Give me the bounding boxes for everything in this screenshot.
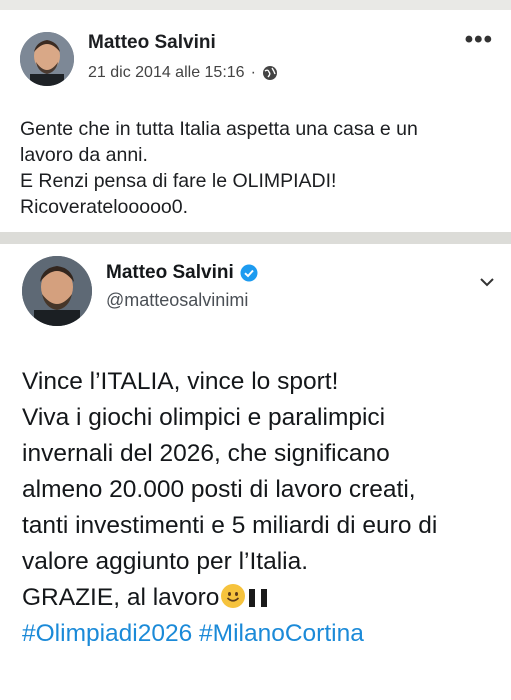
- tweet-line: Viva i giochi olimpici e paralimpici: [22, 404, 386, 431]
- tweet-line-last: GRAZIE, al lavoro: [22, 580, 502, 616]
- post-line: Ricoveratelooooo0.: [20, 196, 189, 218]
- tweet-author-avatar[interactable]: [22, 256, 92, 326]
- post-date[interactable]: 21 dic 2014 alle 15:16: [88, 64, 245, 82]
- smiling-face-icon: [221, 584, 246, 608]
- post-line: E Renzi pensa di fare le OLIMPIADI!: [20, 170, 337, 192]
- globe-icon: [262, 66, 277, 80]
- tweet-text: Vince l’ITALIA, vince lo sport! Viva i g…: [22, 364, 502, 652]
- tweet-line: tanti investimenti e 5 miliardi di euro …: [22, 512, 438, 539]
- author-name[interactable]: Matteo Salvini: [88, 32, 216, 54]
- more-options-icon[interactable]: •••: [465, 28, 493, 52]
- tweet-author-name-text: Matteo Salvini: [106, 262, 234, 283]
- tweet-last-text: GRAZIE, al lavoro: [22, 584, 220, 611]
- tweet-hashtags[interactable]: #Olimpiadi2026 #MilanoCortina: [22, 616, 502, 652]
- verified-badge-icon: [240, 264, 258, 282]
- tweet-handle[interactable]: @matteosalvinimi: [106, 290, 248, 311]
- facebook-post: Matteo Salvini 21 dic 2014 alle 15:16 · …: [0, 10, 511, 232]
- italy-flag-icon: [249, 589, 268, 607]
- tweet-line: almeno 20.000 posti di lavoro creati,: [22, 476, 416, 503]
- author-avatar[interactable]: [20, 32, 74, 86]
- post-line: Gente che in tutta Italia aspetta una ca…: [20, 118, 418, 140]
- meta-separator: ·: [250, 64, 256, 81]
- tweet-line: Vince l’ITALIA, vince lo sport!: [22, 368, 339, 395]
- post-line: lavoro da anni.: [20, 144, 148, 166]
- post-text: Gente che in tutta Italia aspetta una ca…: [20, 116, 500, 220]
- divider: [0, 232, 511, 244]
- chevron-down-icon[interactable]: [479, 276, 495, 288]
- post-meta: 21 dic 2014 alle 15:16 ·: [88, 64, 278, 82]
- tweet-line: invernali del 2026, che significano: [22, 440, 390, 467]
- tweet: Matteo Salvini @matteosalvinimi Vince l’…: [0, 244, 511, 700]
- tweet-author-name[interactable]: Matteo Salvini: [106, 262, 258, 284]
- tweet-line: valore aggiunto per l’Italia.: [22, 548, 309, 575]
